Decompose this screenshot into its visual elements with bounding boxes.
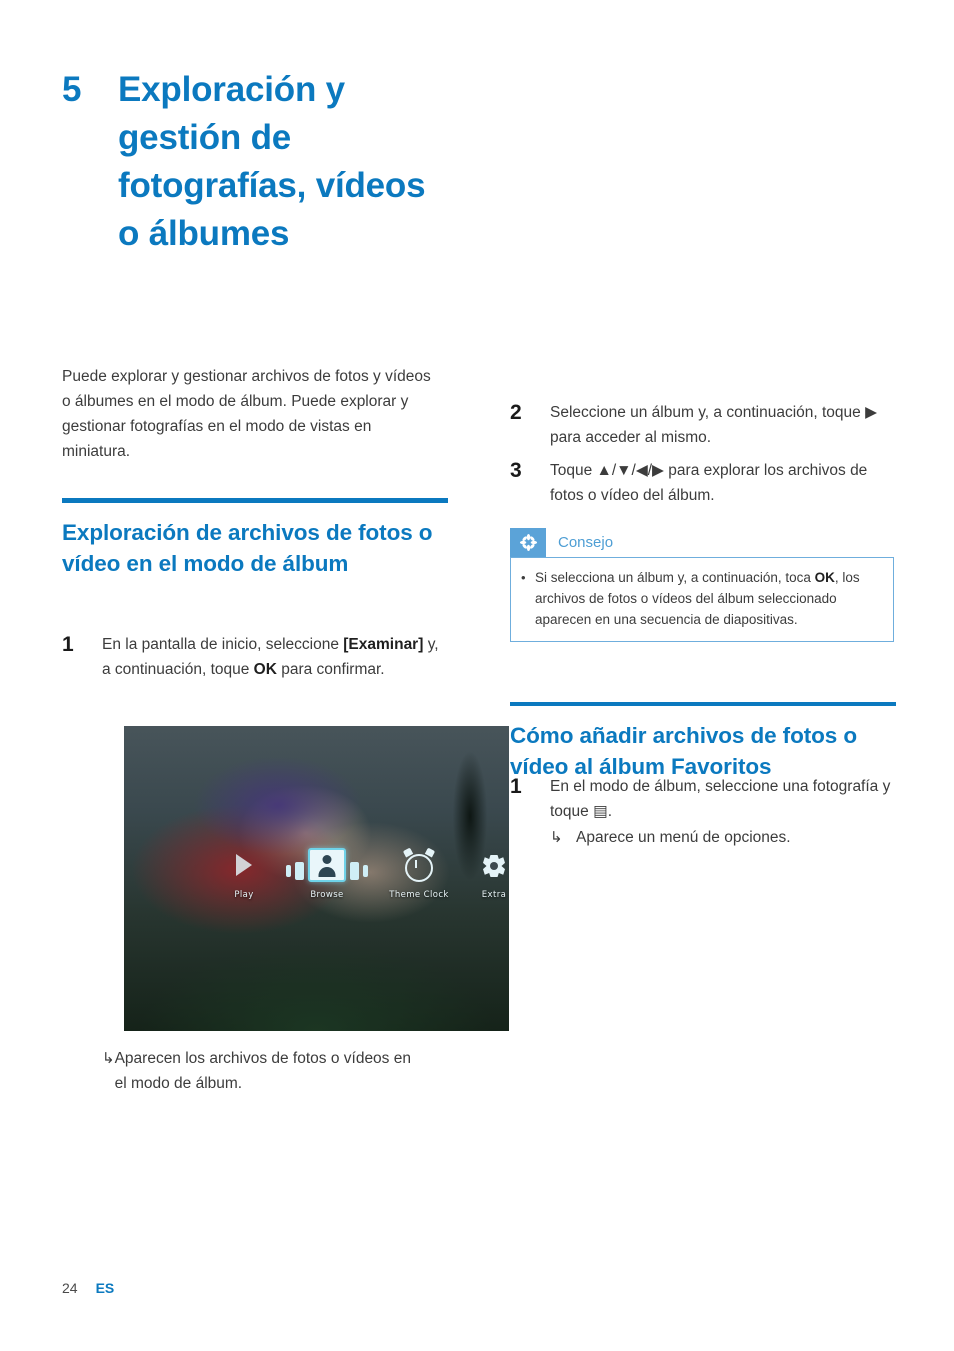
step-2-browse: 2 Seleccione un álbum y, a continuación,…: [510, 400, 896, 450]
page-footer: 24 ES: [62, 1280, 114, 1296]
step-text-content: En el modo de álbum, seleccione una foto…: [550, 778, 891, 820]
wing-left-icon: [295, 862, 304, 880]
step-text-part-c: para confirmar.: [276, 661, 385, 678]
step-number: 2: [510, 401, 522, 424]
bell-left-icon: [402, 847, 414, 858]
result-note-text: Aparece un menú de opciones.: [576, 829, 791, 846]
result-arrow-icon: ↳: [102, 1050, 115, 1067]
section-rule: [510, 702, 896, 706]
section-heading-browse: Exploración de archivos de fotos o vídeo…: [62, 498, 448, 579]
tip-text-part-a: Si selecciona un álbum y, a continuación…: [535, 570, 815, 585]
step-text-bold-examinar: [Examinar]: [343, 636, 424, 653]
tip-body: • Si selecciona un álbum y, a continuaci…: [510, 557, 894, 642]
home-item-browse[interactable]: Browse: [286, 842, 368, 900]
step-number: 1: [62, 633, 74, 656]
result-arrow-icon: ↳: [550, 829, 563, 846]
home-icon-row: Play Browse Theme Clock Extra: [124, 842, 509, 914]
gear-icon: [483, 855, 505, 877]
tip-text: Si selecciona un álbum y, a continuación…: [535, 567, 883, 630]
step-text-part-a: En la pantalla de inicio, seleccione: [102, 636, 344, 653]
step-text: En la pantalla de inicio, seleccione [Ex…: [102, 632, 448, 682]
home-item-label: Play: [234, 890, 254, 900]
tip-label: Consejo: [558, 534, 614, 551]
browse-person-icon: [286, 848, 368, 882]
bell-right-icon: [424, 847, 436, 858]
home-item-label: Browse: [310, 890, 344, 900]
step-text: Toque ▲/▼/◀/▶ para explorar los archivos…: [550, 462, 868, 504]
step-1-favorites: 1 En el modo de álbum, seleccione una fo…: [510, 774, 896, 850]
page-title: Exploración y gestión de fotografías, ví…: [118, 70, 426, 253]
wing2-right-icon: [363, 865, 368, 877]
step-1-browse: 1 En la pantalla de inicio, seleccione […: [62, 632, 448, 682]
step-number: 1: [510, 775, 522, 798]
home-item-label: Extra: [481, 890, 507, 900]
result-note-text: Aparecen los archivos de fotos o vídeos …: [114, 1050, 411, 1092]
home-item-theme-clock[interactable]: Theme Clock: [374, 842, 464, 900]
tip-item: • Si selecciona un álbum y, a continuaci…: [521, 567, 883, 630]
tip-header: Consejo: [510, 528, 894, 557]
home-item-label: Theme Clock: [389, 890, 449, 900]
alarm-clock-icon: [402, 847, 436, 882]
wing2-left-icon: [286, 865, 291, 877]
section-rule: [62, 498, 448, 503]
chapter-number: 5: [62, 70, 82, 109]
tip-box: Consejo • Si selecciona un álbum y, a co…: [510, 528, 894, 642]
step-text-bold-ok: OK: [253, 661, 277, 678]
page-number: 24: [62, 1280, 78, 1296]
intro-paragraph: Puede explorar y gestionar archivos de f…: [62, 368, 431, 460]
home-item-play[interactable]: Play: [204, 842, 284, 900]
step-number: 3: [510, 459, 522, 482]
section-heading-text: Exploración de archivos de fotos o vídeo…: [62, 520, 433, 576]
step-text: Seleccione un álbum y, a continuación, t…: [550, 404, 878, 446]
step-text: En el modo de álbum, seleccione una foto…: [550, 774, 896, 850]
wing-right-icon: [350, 862, 359, 880]
section-heading-favorites: Cómo añadir archivos de fotos o vídeo al…: [510, 702, 896, 782]
manual-page: 5 Exploración y gestión de fotografías, …: [0, 0, 954, 1351]
home-item-extra[interactable]: Extra: [459, 842, 509, 900]
play-icon: [236, 854, 252, 876]
language-code: ES: [95, 1280, 115, 1296]
tip-text-bold-ok: OK: [814, 570, 835, 585]
asterisk-icon: [510, 528, 546, 557]
chapter-title-block: 5 Exploración y gestión de fotografías, …: [62, 66, 448, 258]
screenshot-home-screen: Play Browse Theme Clock Extra: [124, 726, 509, 1031]
result-note-options-menu: ↳ Aparece un menú de opciones.: [550, 825, 896, 850]
tip-bullet-icon: •: [521, 570, 526, 585]
step-3-browse: 3 Toque ▲/▼/◀/▶ para explorar los archiv…: [510, 458, 896, 508]
section-heading-text: Cómo añadir archivos de fotos o vídeo al…: [510, 723, 857, 779]
result-note-album-mode: ↳ Aparecen los archivos de fotos o vídeo…: [62, 1046, 448, 1096]
